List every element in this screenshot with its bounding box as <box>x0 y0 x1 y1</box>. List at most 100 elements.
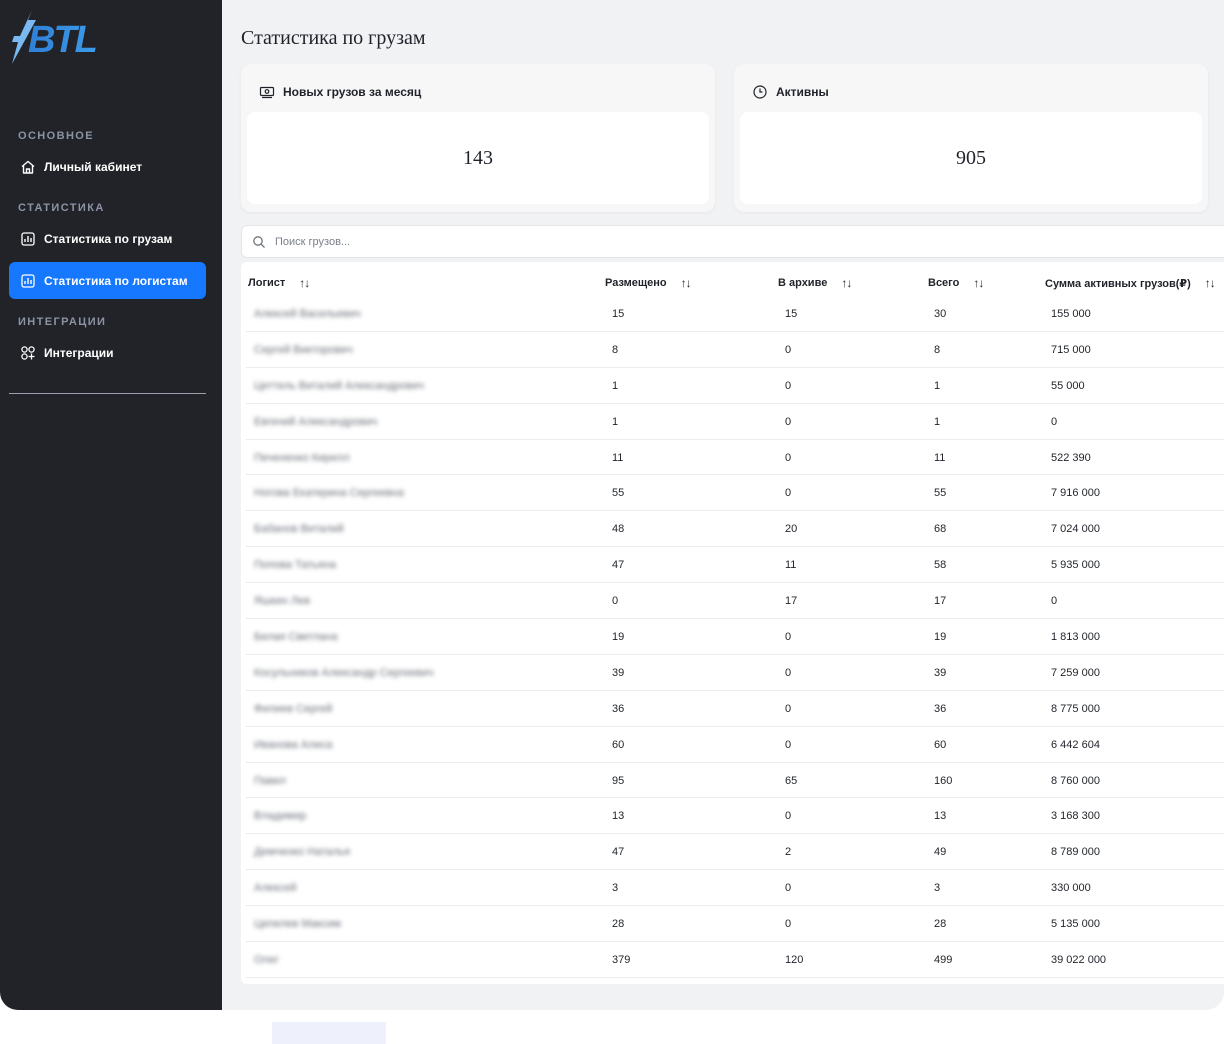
cell-archived: 0 <box>785 487 792 500</box>
cell-logist: Демченко Наталья <box>254 846 351 859</box>
cell-logist: Филиев Сергей <box>254 702 333 715</box>
table-row[interactable]: Белая Светлана 19 0 19 1 813 000 <box>246 619 1224 655</box>
cell-total: 60 <box>934 738 947 751</box>
cell-archived: 65 <box>785 774 798 787</box>
app-window: BTL ОСНОВНОЕ Личный кабинет СТАТИСТИКА С… <box>0 0 1224 1010</box>
sort-icon[interactable]: ↑↓ <box>841 276 852 290</box>
sidebar-item-integrations[interactable]: Интеграции <box>9 334 206 371</box>
table-row[interactable]: Павел 95 65 160 8 760 000 <box>246 762 1224 799</box>
cell-logist: Косульников Александр Сергеевич <box>254 666 434 679</box>
cell-placed: 11 <box>612 451 624 464</box>
cell-archived: 0 <box>785 451 792 464</box>
nav-section-main: ОСНОВНОЕ <box>18 130 94 142</box>
cell-archived: 0 <box>785 702 792 715</box>
cell-total: 13 <box>934 810 947 823</box>
cell-archived: 17 <box>785 595 798 608</box>
sort-icon[interactable]: ↑↓ <box>299 276 310 290</box>
column-header-active-sum[interactable]: Сумма активных грузов(₽) ↑↓ <box>1045 276 1216 290</box>
cell-total: 39 <box>934 666 947 679</box>
sort-icon[interactable]: ↑↓ <box>973 276 984 290</box>
table-row[interactable]: Алексей Васильевич 15 15 30 155 000 <box>246 296 1224 332</box>
cell-logist: Алексей <box>254 882 297 895</box>
sidebar: BTL ОСНОВНОЕ Личный кабинет СТАТИСТИКА С… <box>0 0 222 1010</box>
cell-active-sum: 330 000 <box>1051 882 1091 895</box>
stat-card-label: Новых грузов за месяц <box>283 85 422 99</box>
cell-archived: 2 <box>785 846 792 859</box>
bar-chart-icon <box>20 231 36 247</box>
table-row[interactable]: Сергей Викторович 8 0 8 715 000 <box>246 331 1224 368</box>
stat-card-label: Активны <box>776 85 829 99</box>
cell-placed: 13 <box>612 810 625 823</box>
cell-logist: Попова Татьяна <box>254 559 337 572</box>
table-row[interactable]: Цепелев Максим 28 0 28 5 135 000 <box>246 906 1224 943</box>
cell-logist: Владимир <box>254 810 307 823</box>
cell-total: 30 <box>934 308 947 320</box>
brand-logo[interactable]: BTL <box>10 10 140 66</box>
table-row[interactable]: Филиев Сергей 36 0 36 8 775 000 <box>246 690 1224 727</box>
cell-active-sum: 39 022 000 <box>1051 954 1107 967</box>
sidebar-item-logist-stats[interactable]: Статистика по логистам <box>9 262 206 299</box>
horizontal-scroll-indicator[interactable] <box>272 1022 386 1044</box>
table-row[interactable]: Ногова Екатерина Сергеевна 55 0 55 7 916 000 <box>246 475 1224 512</box>
cell-active-sum: 5 135 000 <box>1051 918 1100 931</box>
sidebar-item-label: Интеграции <box>44 345 114 360</box>
sidebar-item-label: Личный кабинет <box>44 159 143 174</box>
cell-logist: Сергей Викторович <box>254 343 353 356</box>
sort-icon[interactable]: ↑↓ <box>1205 276 1216 290</box>
sort-icon[interactable]: ↑↓ <box>681 276 692 290</box>
column-header-logist[interactable]: Логист ↑↓ <box>248 276 310 290</box>
cell-total: 499 <box>934 954 953 967</box>
cell-active-sum: 1 813 000 <box>1051 631 1100 644</box>
cell-logist: Цепелев Максим <box>254 918 341 931</box>
table-row[interactable]: Владимир 13 0 13 3 168 300 <box>246 798 1224 835</box>
sidebar-divider <box>9 393 206 394</box>
table-row[interactable]: Попова Татьяна 47 11 58 5 935 000 <box>246 547 1224 584</box>
cell-archived: 11 <box>785 559 797 572</box>
cell-active-sum: 8 760 000 <box>1051 774 1100 787</box>
cell-total: 55 <box>934 487 947 500</box>
table-row[interactable]: Печененко Кирилл 11 0 11 522 390 <box>246 439 1224 476</box>
sidebar-item-label: Статистика по грузам <box>44 231 173 246</box>
table-row[interactable]: Иванова Алиса 60 0 60 6 442 604 <box>246 726 1224 763</box>
cell-active-sum: 522 390 <box>1051 451 1091 464</box>
cell-total: 58 <box>934 559 947 572</box>
cell-archived: 0 <box>785 631 792 644</box>
table-row[interactable]: Алексей 3 0 3 330 000 <box>246 870 1224 907</box>
table-row[interactable]: Олег 379 120 499 39 022 000 <box>246 942 1224 978</box>
cell-active-sum: 5 935 000 <box>1051 559 1100 572</box>
sidebar-item-dashboard[interactable]: Личный кабинет <box>9 148 206 185</box>
column-header-placed[interactable]: Размещено ↑↓ <box>605 276 692 290</box>
cell-placed: 1 <box>612 415 619 428</box>
cell-total: 8 <box>934 343 941 356</box>
table-row[interactable]: Косульников Александр Сергеевич 39 0 39 7 25… <box>246 654 1224 691</box>
cell-logist: Яшкин Лев <box>254 595 311 608</box>
cell-total: 28 <box>934 918 947 931</box>
cell-placed: 47 <box>612 559 625 572</box>
search-input[interactable] <box>275 235 875 248</box>
cell-archived: 0 <box>785 666 792 679</box>
cell-active-sum: 7 024 000 <box>1051 523 1100 536</box>
table-row[interactable]: Бабанов Виталий 48 20 68 7 024 000 <box>246 511 1224 548</box>
table-row[interactable]: Евгений Александрович 1 0 1 0 <box>246 403 1224 440</box>
column-header-total[interactable]: Всего ↑↓ <box>928 276 984 290</box>
cell-placed: 39 <box>612 666 625 679</box>
cell-logist: Бабанов Виталий <box>254 523 344 536</box>
stat-card-value: 905 <box>740 112 1202 204</box>
cell-logist: Печененко Кирилл <box>254 451 350 464</box>
stat-card-value: 143 <box>247 112 709 204</box>
column-header-archived[interactable]: В архиве ↑↓ <box>778 276 852 290</box>
cell-archived: 0 <box>785 343 792 356</box>
table-row[interactable]: Цеттель Виталий Александрович 1 0 1 55 000 <box>246 367 1224 404</box>
stat-card-active: Активны 905 <box>734 64 1208 212</box>
table-header: Логист ↑↓ Размещено ↑↓ В архиве ↑↓ Всего… <box>241 262 1224 298</box>
table-row[interactable]: Демченко Наталья 47 2 49 8 789 000 <box>246 834 1224 871</box>
table-row[interactable]: Яшкин Лев 0 17 17 0 <box>246 583 1224 620</box>
sidebar-item-cargo-stats[interactable]: Статистика по грузам <box>9 220 206 257</box>
clock-icon <box>753 85 767 99</box>
cell-active-sum: 8 789 000 <box>1051 846 1100 859</box>
cell-active-sum: 0 <box>1051 595 1058 608</box>
cell-logist: Белая Светлана <box>254 631 338 644</box>
cell-total: 11 <box>934 451 946 464</box>
cell-placed: 19 <box>612 631 625 644</box>
cell-active-sum: 6 442 604 <box>1051 738 1100 751</box>
